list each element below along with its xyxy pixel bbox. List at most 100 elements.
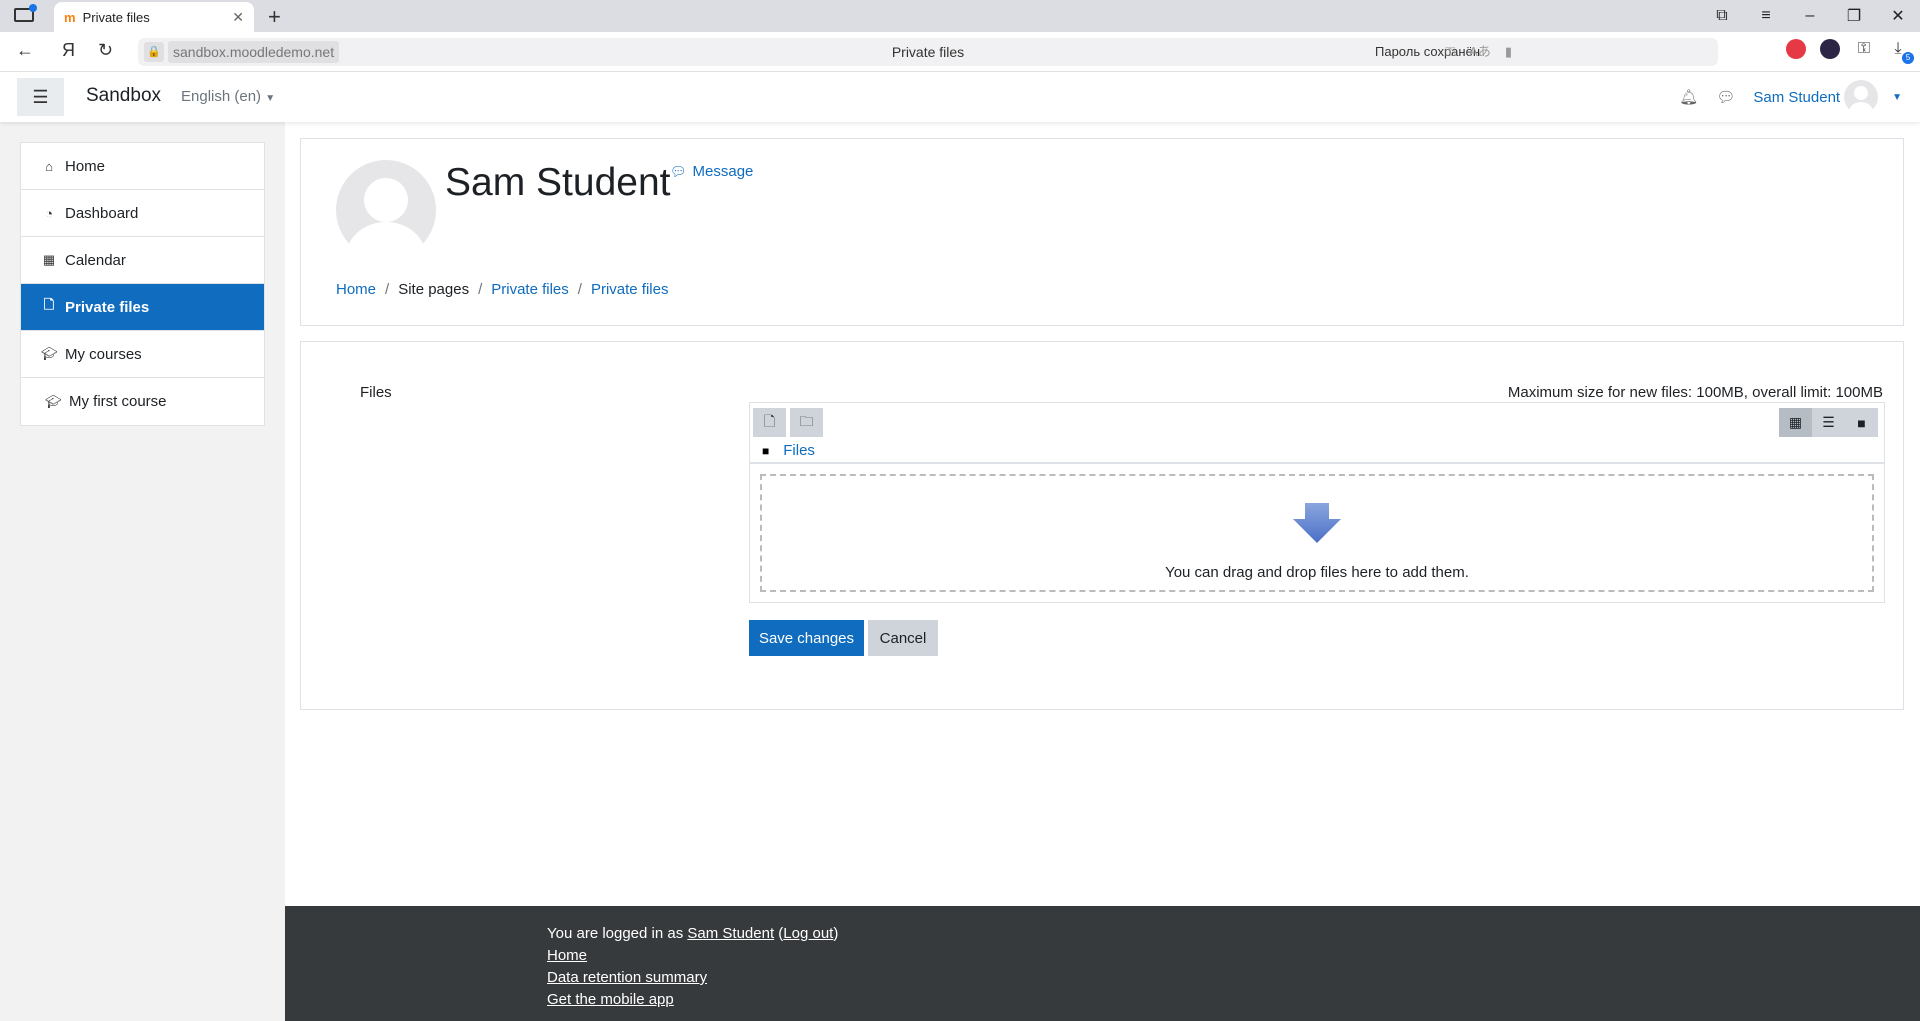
graduation-cap-icon: 🎓︎ bbox=[41, 346, 58, 361]
page-header: Sam Student 💬︎ Message Home / Site pages … bbox=[300, 138, 1904, 326]
calendar-icon: ▦ bbox=[42, 252, 56, 267]
drop-zone-text: You can drag and drop files here to add … bbox=[1165, 564, 1469, 581]
mobile-app-link[interactable]: Get the mobile app bbox=[547, 991, 674, 1008]
user-menu-caret-icon[interactable]: ▼ bbox=[1892, 92, 1902, 103]
key-icon[interactable]: ⚿ bbox=[1445, 38, 1455, 66]
create-folder-button[interactable]: 🗀 bbox=[790, 408, 823, 437]
messages-icon[interactable]: 💬︎ bbox=[1716, 88, 1735, 106]
extension-red-icon[interactable] bbox=[1786, 39, 1806, 59]
menu-icon[interactable]: ≡ bbox=[1744, 7, 1788, 25]
drawer-item-label: Private files bbox=[65, 298, 150, 316]
login-info-prefix: You are logged in as bbox=[547, 925, 688, 942]
browser-sidebar-icon[interactable] bbox=[14, 4, 37, 22]
file-icon: 🗋 bbox=[763, 412, 776, 429]
breadcrumb-home[interactable]: Home bbox=[336, 281, 376, 298]
cancel-button[interactable]: Cancel bbox=[868, 620, 938, 656]
save-changes-button[interactable]: Save changes bbox=[749, 620, 864, 656]
user-avatar[interactable] bbox=[1844, 80, 1879, 114]
login-info: You are logged in as Sam Student (Log ou… bbox=[547, 925, 839, 942]
window-controls: ⧉ ≡ – ❐ ✕ bbox=[1700, 0, 1920, 32]
breadcrumb-site-pages: Site pages bbox=[398, 281, 470, 298]
page-footer: You are logged in as Sam Student (Log ou… bbox=[285, 906, 1920, 1021]
logout-link[interactable]: Log out bbox=[783, 925, 833, 942]
chevron-down-icon: ▼ bbox=[265, 93, 276, 104]
private-files-form: Files Maximum size for new files: 100MB,… bbox=[300, 341, 1904, 710]
drop-zone[interactable]: You can drag and drop files here to add … bbox=[760, 474, 1874, 592]
file-manager-path: ■ Files bbox=[762, 442, 815, 459]
hamburger-icon: ☰ bbox=[32, 86, 49, 107]
comment-icon: 💬︎ bbox=[670, 164, 687, 179]
drawer-item-calendar[interactable]: ▦ Calendar bbox=[21, 237, 264, 284]
browser-tab-bar: m Private files ✕ + ⧉ ≡ – ❐ ✕ bbox=[0, 0, 1920, 32]
site-navbar: ☰ Sandbox English (en) ▼ 🔔︎ 💬︎ Sam Stude… bbox=[0, 72, 1920, 122]
drop-arrow-icon bbox=[1293, 503, 1341, 543]
drawer-item-my-first-course[interactable]: 🎓︎ My first course bbox=[21, 378, 264, 425]
bookmarks-icon[interactable]: ⧉ bbox=[1700, 7, 1744, 25]
message-label: Message bbox=[692, 163, 754, 180]
minimize-icon[interactable]: – bbox=[1788, 7, 1832, 25]
add-file-button[interactable]: 🗋 bbox=[753, 408, 786, 437]
drawer-item-home[interactable]: ⌂ Home bbox=[21, 143, 264, 190]
footer-home-link[interactable]: Home bbox=[547, 947, 587, 964]
nav-drawer: ⌂ Home ◔ Dashboard ▦ Calendar 🗋 Private … bbox=[0, 122, 285, 1021]
drawer-item-label: Dashboard bbox=[65, 204, 139, 222]
max-size-info: Maximum size for new files: 100MB, overa… bbox=[1507, 384, 1883, 401]
reload-icon[interactable]: ↻ bbox=[98, 40, 113, 61]
drawer-nav-list: ⌂ Home ◔ Dashboard ▦ Calendar 🗋 Private … bbox=[20, 142, 265, 426]
page-title: Sam Student bbox=[445, 161, 671, 204]
data-retention-link[interactable]: Data retention summary bbox=[547, 969, 707, 986]
breadcrumb-separator: / bbox=[385, 281, 390, 298]
path-files-link[interactable]: Files bbox=[783, 442, 815, 459]
message-button[interactable]: 💬︎ Message bbox=[670, 163, 753, 180]
drawer-item-label: Home bbox=[65, 157, 106, 175]
profile-avatar bbox=[336, 160, 436, 260]
yandex-icon[interactable]: Я bbox=[62, 40, 75, 61]
main-region: Sam Student 💬︎ Message Home / Site pages … bbox=[285, 122, 1920, 906]
view-switcher: ▦ ☰ ■ bbox=[1779, 408, 1878, 437]
list-icon: ☰ bbox=[1822, 414, 1835, 430]
grid-icon: ▦ bbox=[1788, 414, 1803, 430]
drawer-item-my-courses[interactable]: 🎓︎ My courses bbox=[21, 331, 264, 378]
files-label: Files bbox=[360, 384, 392, 401]
dashboard-icon: ◔ bbox=[45, 205, 53, 221]
close-tab-icon[interactable]: ✕ bbox=[232, 9, 244, 26]
url-field[interactable]: 🔒 sandbox.moodledemo.net Private files П… bbox=[138, 38, 1718, 66]
address-bar: ← Я ↻ 🔒 sandbox.moodledemo.net Private f… bbox=[0, 32, 1920, 72]
lock-icon[interactable]: 🔒 bbox=[144, 42, 164, 62]
view-icons-button[interactable]: ▦ bbox=[1779, 408, 1812, 437]
extension-cursor-icon[interactable] bbox=[1820, 39, 1840, 59]
drawer-item-dashboard[interactable]: ◔ Dashboard bbox=[21, 190, 264, 237]
folder-icon: ■ bbox=[1857, 414, 1866, 431]
new-tab-icon[interactable]: + bbox=[268, 4, 281, 30]
view-details-button[interactable]: ☰ bbox=[1812, 408, 1845, 437]
view-tree-button[interactable]: ■ bbox=[1845, 408, 1878, 437]
back-icon[interactable]: ← bbox=[16, 40, 34, 61]
notifications-bell-icon[interactable]: 🔔︎ bbox=[1679, 88, 1698, 106]
downloads-icon[interactable]: ⤓ 5 bbox=[1888, 40, 1914, 64]
browser-tab[interactable]: m Private files ✕ bbox=[54, 2, 254, 32]
breadcrumb-private-files[interactable]: Private files bbox=[491, 281, 569, 298]
breadcrumb-separator: / bbox=[478, 281, 483, 298]
home-icon: ⌂ bbox=[45, 158, 53, 174]
password-manager-icon[interactable]: ⚿ bbox=[1854, 40, 1874, 58]
drawer-item-private-files[interactable]: 🗋 Private files bbox=[21, 284, 264, 331]
drawer-toggle-button[interactable]: ☰ bbox=[17, 78, 64, 116]
breadcrumb-private-files-current[interactable]: Private files bbox=[591, 281, 669, 298]
close-window-icon[interactable]: ✕ bbox=[1876, 6, 1920, 26]
language-label: English (en) bbox=[181, 88, 262, 105]
tab-title: Private files bbox=[82, 9, 150, 25]
language-menu[interactable]: English (en) ▼ bbox=[181, 88, 275, 105]
graduation-cap-icon: 🎓︎ bbox=[45, 393, 62, 409]
user-menu-name[interactable]: Sam Student bbox=[1753, 89, 1840, 106]
breadcrumb-separator: / bbox=[577, 281, 582, 298]
folder-icon: ■ bbox=[762, 443, 770, 458]
breadcrumb: Home / Site pages / Private files / Priv… bbox=[336, 281, 668, 298]
drawer-item-label: My first course bbox=[69, 393, 167, 410]
translate-icon[interactable]: Aあ bbox=[1469, 38, 1491, 66]
url-text[interactable]: sandbox.moodledemo.net bbox=[168, 41, 340, 63]
site-brand[interactable]: Sandbox bbox=[86, 85, 161, 107]
file-manager: 🗋 🗀 ▦ ☰ ■ ■ Files You can drag and drop … bbox=[749, 402, 1885, 603]
footer-user-link[interactable]: Sam Student bbox=[687, 925, 774, 942]
restore-icon[interactable]: ❐ bbox=[1832, 6, 1876, 26]
bookmark-icon[interactable]: ▮ bbox=[1505, 38, 1512, 66]
